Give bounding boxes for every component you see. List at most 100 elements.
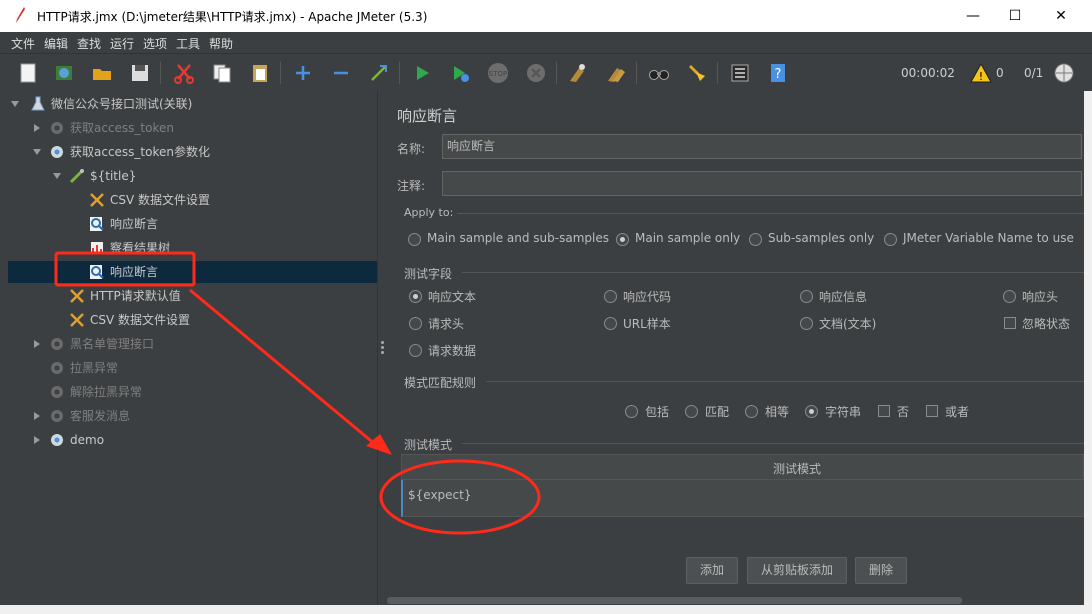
tree-node-customer-service[interactable]: 客服发消息 xyxy=(8,405,377,427)
clear-icon[interactable] xyxy=(567,62,589,84)
tree-node-blacklist[interactable]: 黑名单管理接口 xyxy=(8,333,377,355)
field-option-label: 文档(文本) xyxy=(819,317,877,331)
menu-help[interactable]: 帮助 xyxy=(209,35,233,52)
clear-all-icon[interactable] xyxy=(605,62,627,84)
field-response-headers-radio[interactable] xyxy=(1003,290,1016,303)
field-option-label: 请求数据 xyxy=(428,344,477,358)
apply-variable-radio[interactable] xyxy=(884,233,897,246)
horizontal-scrollbar[interactable] xyxy=(387,597,962,604)
tree-node-title-sampler[interactable]: ${title} xyxy=(8,165,377,187)
delete-button[interactable]: 删除 xyxy=(855,557,907,584)
menu-edit[interactable]: 编辑 xyxy=(44,35,68,52)
collapse-icon[interactable] xyxy=(330,62,352,84)
field-response-code-radio[interactable] xyxy=(604,290,617,303)
name-label: 名称: xyxy=(397,142,426,156)
minimize-button[interactable]: — xyxy=(950,0,996,32)
field-request-headers-radio[interactable] xyxy=(409,317,422,330)
stop-icon[interactable]: STOP xyxy=(487,62,509,84)
menu-file[interactable]: 文件 xyxy=(11,35,35,52)
menu-run[interactable]: 运行 xyxy=(110,35,134,52)
start-no-pauses-icon[interactable] xyxy=(449,62,471,84)
copy-icon[interactable] xyxy=(211,62,233,84)
expand-icon[interactable] xyxy=(292,62,314,84)
name-field[interactable]: 响应断言 xyxy=(442,134,1082,159)
field-url-radio[interactable] xyxy=(604,317,617,330)
tree-node-get-token[interactable]: 获取access_token xyxy=(8,117,377,139)
chart-icon xyxy=(91,242,103,254)
wrench-icon xyxy=(90,193,104,207)
rule-or-checkbox[interactable] xyxy=(926,405,938,417)
rule-not-checkbox[interactable] xyxy=(878,405,890,417)
tree-node-http-defaults[interactable]: HTTP请求默认值 xyxy=(8,285,377,307)
add-button[interactable]: 添加 xyxy=(686,557,738,584)
tree-label: 获取access_token xyxy=(70,121,174,135)
tree-node-view-results[interactable]: 察看结果树 xyxy=(8,237,377,259)
warning-count: 0 xyxy=(996,66,1004,80)
toggle-icon[interactable] xyxy=(368,62,390,84)
tree-node-get-token-param[interactable]: 获取access_token参数化 xyxy=(8,141,377,163)
field-response-text-radio[interactable] xyxy=(409,290,422,303)
search-binoculars-icon[interactable] xyxy=(648,62,670,84)
menu-search[interactable]: 查找 xyxy=(77,35,101,52)
gear-icon xyxy=(51,434,63,446)
rule-matches-radio[interactable] xyxy=(685,405,698,418)
svg-text:STOP: STOP xyxy=(489,70,507,78)
reset-search-icon[interactable] xyxy=(686,62,708,84)
window-title: HTTP请求.jmx (D:\jmeter结果\HTTP请求.jmx) - Ap… xyxy=(37,10,428,24)
pattern-rules-label: 模式匹配规则 xyxy=(404,376,477,390)
remote-globe-icon[interactable] xyxy=(1053,62,1075,84)
cut-icon[interactable] xyxy=(173,62,195,84)
field-option-label: 请求头 xyxy=(428,317,465,331)
tree-node-unblock-error[interactable]: 解除拉黑异常 xyxy=(8,381,377,403)
open-icon[interactable] xyxy=(91,62,113,84)
field-option-label: 响应信息 xyxy=(819,290,868,304)
wrench-icon xyxy=(70,313,84,327)
menu-tools[interactable]: 工具 xyxy=(176,35,200,52)
tree-label: 拉黑异常 xyxy=(70,361,119,375)
apply-main-only-radio[interactable] xyxy=(616,233,629,246)
new-file-icon[interactable] xyxy=(17,62,39,84)
field-response-message-radio[interactable] xyxy=(800,290,813,303)
tree-node-response-assertion[interactable]: 响应断言 xyxy=(8,213,377,235)
tree-node-root[interactable]: 微信公众号接口测试(关联) xyxy=(8,93,377,115)
tree-node-demo[interactable]: demo xyxy=(8,429,377,451)
gear-icon xyxy=(51,146,63,158)
close-button[interactable]: ✕ xyxy=(1038,0,1084,32)
function-helper-icon[interactable] xyxy=(729,62,751,84)
flask-icon xyxy=(31,96,45,111)
splitter-handle[interactable] xyxy=(377,91,387,605)
ignore-status-checkbox[interactable] xyxy=(1004,317,1016,329)
field-document-radio[interactable] xyxy=(800,317,813,330)
tree-label: HTTP请求默认值 xyxy=(90,289,181,303)
maximize-button[interactable]: ☐ xyxy=(992,0,1038,32)
add-from-clipboard-button[interactable]: 从剪贴板添加 xyxy=(747,557,847,584)
start-icon[interactable] xyxy=(411,62,433,84)
templates-icon[interactable] xyxy=(53,62,75,84)
menu-options[interactable]: 选项 xyxy=(143,35,167,52)
rule-equals-radio[interactable] xyxy=(745,405,758,418)
apply-sub-only-radio[interactable] xyxy=(749,233,762,246)
field-request-data-radio[interactable] xyxy=(409,344,422,357)
paste-icon[interactable] xyxy=(249,62,271,84)
rule-contains-radio[interactable] xyxy=(625,405,638,418)
right-edge xyxy=(1084,91,1092,605)
patterns-table-row[interactable]: ${expect} xyxy=(401,480,1084,517)
help-icon[interactable]: ? xyxy=(767,62,789,84)
apply-main-and-sub-radio[interactable] xyxy=(408,233,421,246)
tree-label: 解除拉黑异常 xyxy=(70,385,143,399)
rule-substring-radio[interactable] xyxy=(805,405,818,418)
tree-node-csv-config-2[interactable]: CSV 数据文件设置 xyxy=(8,309,377,331)
save-icon[interactable] xyxy=(129,62,151,84)
tree-label: 获取access_token参数化 xyxy=(70,145,210,159)
apply-option-label: Sub-samples only xyxy=(768,231,875,245)
apply-option-label: JMeter Variable Name to use xyxy=(903,231,1074,245)
shutdown-icon[interactable] xyxy=(525,62,547,84)
thread-count: 0/1 xyxy=(1024,66,1044,80)
menu-bar: 文件 编辑 查找 运行 选项 工具 帮助 xyxy=(0,32,1092,54)
comment-field[interactable] xyxy=(442,171,1082,196)
tree-node-block-error[interactable]: 拉黑异常 xyxy=(8,357,377,379)
tree-node-response-assertion-selected[interactable]: 响应断言 xyxy=(8,261,377,283)
warning-icon[interactable]: ! xyxy=(970,62,992,84)
tree-node-csv-config[interactable]: CSV 数据文件设置 xyxy=(8,189,377,211)
tree-label: demo xyxy=(70,433,105,447)
